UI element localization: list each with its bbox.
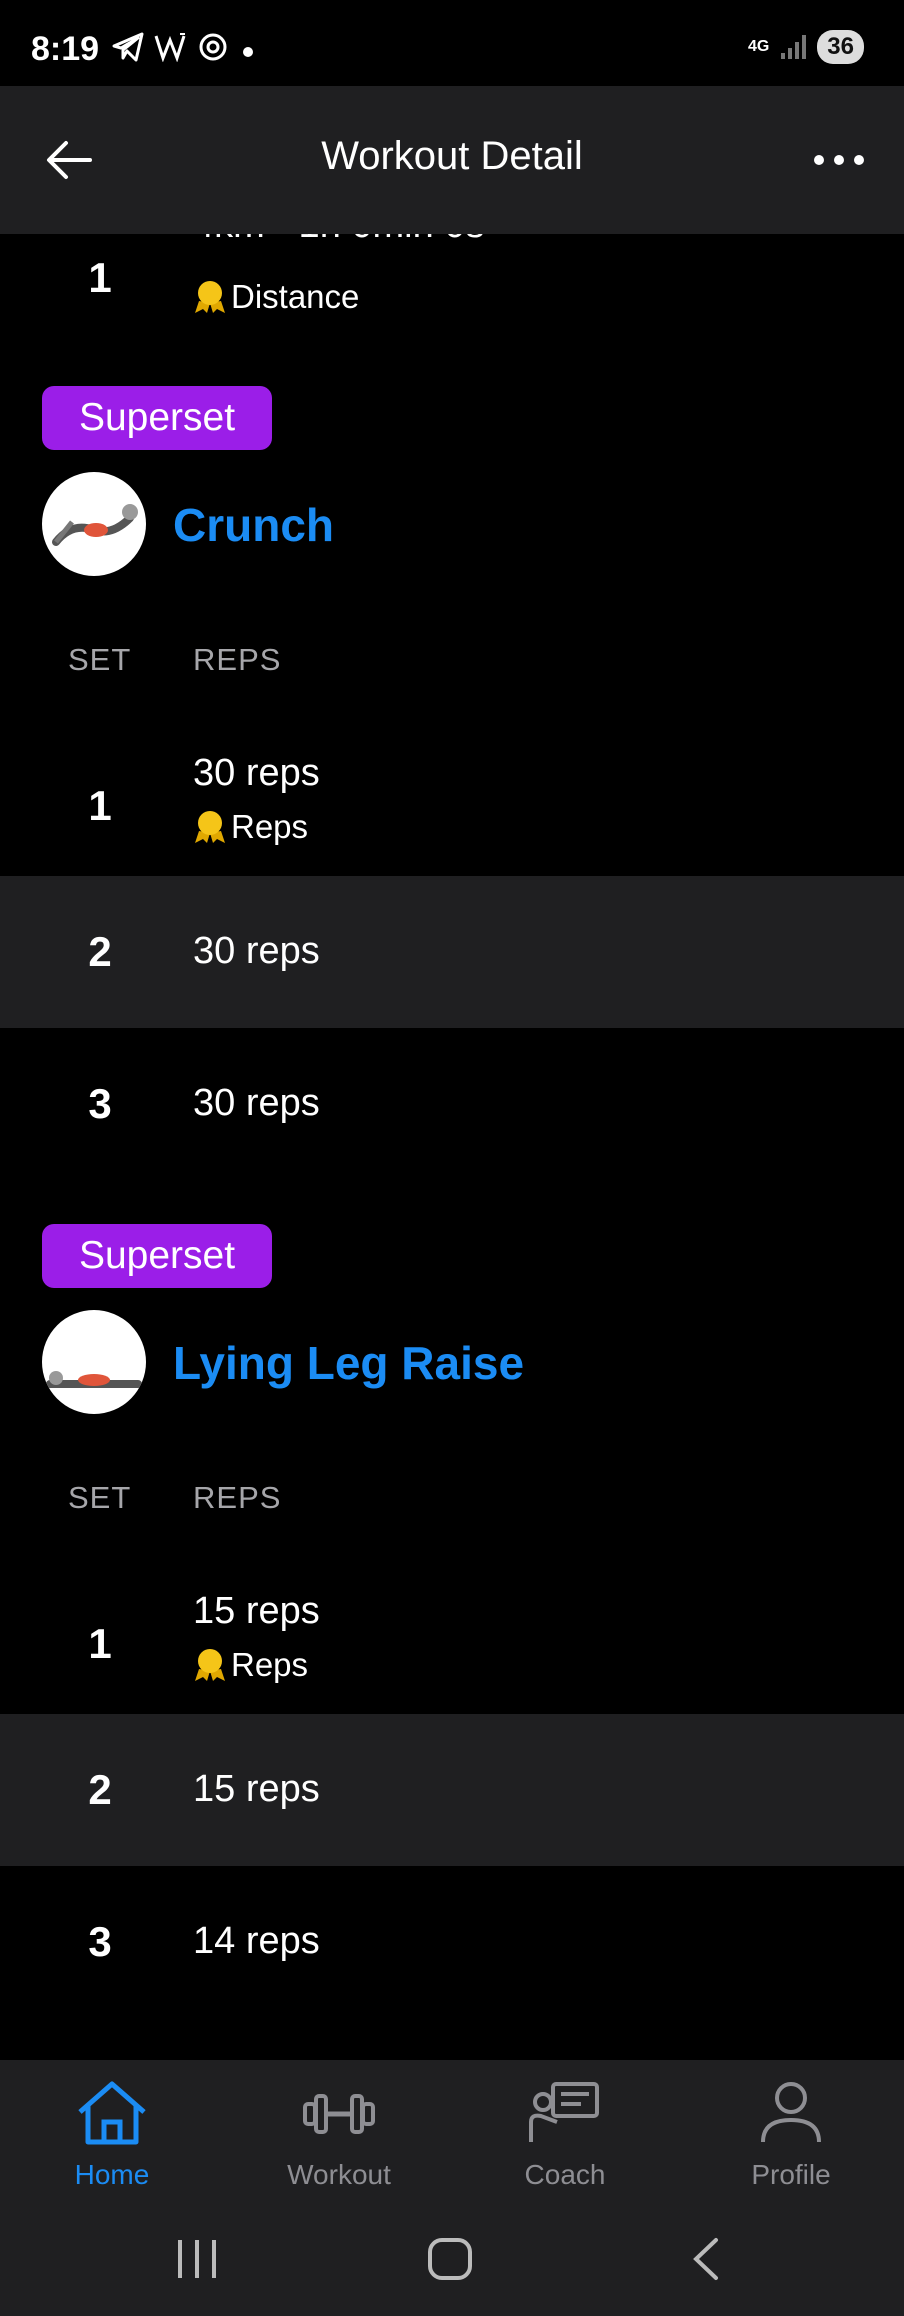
set-row: 3 14 reps <box>0 1866 904 2018</box>
set-row: 2 30 reps <box>0 876 904 1028</box>
dot-icon <box>243 47 253 57</box>
record-badge: Distance <box>193 278 359 316</box>
crunch-figure-icon <box>52 504 138 546</box>
more-options-button[interactable] <box>804 130 874 190</box>
nav-label: Profile <box>751 2159 831 2190</box>
more-horizontal-icon <box>814 155 864 165</box>
column-header-set: SET <box>68 642 132 677</box>
workout-detail-list[interactable]: 1 4km - 1h 0min 0s Distance Superset Cru… <box>0 234 904 2060</box>
exercise-name[interactable]: Crunch <box>173 498 334 552</box>
leg-raise-figure-icon <box>46 1371 142 1388</box>
set-number: 1 <box>88 782 112 829</box>
set-value: 15 reps <box>193 1768 320 1810</box>
nav-item-workout[interactable]: Workout <box>249 2078 429 2191</box>
record-label: Reps <box>231 1646 309 1683</box>
nav-label: Home <box>74 2159 150 2190</box>
column-header-set: SET <box>68 1480 132 1515</box>
home-system-icon[interactable] <box>426 2236 476 2282</box>
recent-apps-icon[interactable] <box>172 2236 222 2282</box>
status-time: 8:19 <box>31 30 100 68</box>
page-title: Workout Detail <box>321 134 583 178</box>
coach-icon <box>529 2082 599 2142</box>
nav-label: Workout <box>287 2159 391 2190</box>
system-navigation-bar <box>0 2200 904 2316</box>
set-number: 2 <box>88 928 112 975</box>
profile-icon <box>761 2082 821 2143</box>
set-number: 3 <box>88 1080 112 1127</box>
set-value: 4km - 1h 0min 0s <box>193 234 484 247</box>
set-number: 3 <box>88 1918 112 1965</box>
set-row: 2 15 reps <box>0 1714 904 1866</box>
record-badge: Reps <box>193 808 308 846</box>
exercise-thumbnail[interactable] <box>42 472 146 576</box>
set-row: 1 15 reps Reps <box>0 1568 904 1720</box>
set-number: 1 <box>88 1620 112 1667</box>
exercise-thumbnail[interactable] <box>42 1310 146 1414</box>
superset-badge: Superset <box>42 1224 272 1288</box>
set-value: 14 reps <box>193 1920 320 1962</box>
set-value: 15 reps <box>193 1590 320 1632</box>
set-number: 1 <box>88 254 112 301</box>
nav-item-profile[interactable]: Profile <box>701 2078 881 2191</box>
record-label: Distance <box>231 278 360 315</box>
w-app-icon <box>154 33 186 62</box>
set-number: 2 <box>88 1766 112 1813</box>
set-row: 1 4km - 1h 0min 0s Distance <box>0 234 904 352</box>
medal-icon <box>195 1649 225 1681</box>
set-value: 30 reps <box>193 1082 320 1124</box>
status-bar: 8:19 4G 36 <box>0 0 904 86</box>
status-notification-icons <box>112 32 258 62</box>
set-row: 3 30 reps <box>0 1028 904 1180</box>
set-value: 30 reps <box>193 930 320 972</box>
status-system-icons: 4G 36 <box>748 30 864 64</box>
nav-label: Coach <box>524 2159 606 2190</box>
home-icon <box>78 2081 146 2145</box>
set-value: 30 reps <box>193 752 320 794</box>
medal-icon <box>195 811 225 843</box>
dumbbell-icon <box>303 2094 375 2134</box>
battery-level: 36 <box>817 30 864 64</box>
record-badge: Reps <box>193 1646 308 1684</box>
record-label: Reps <box>231 808 309 845</box>
medal-icon <box>195 281 225 313</box>
nav-item-coach[interactable]: Coach <box>475 2078 655 2191</box>
nav-item-home[interactable]: Home <box>22 2078 202 2191</box>
app-header: Workout Detail <box>0 86 904 234</box>
column-header-reps: REPS <box>193 642 282 677</box>
network-type: 4G <box>747 38 770 55</box>
exercise-name[interactable]: Lying Leg Raise <box>173 1336 524 1390</box>
bottom-nav: Home Workout Coach Profile <box>0 2060 904 2200</box>
column-header-reps: REPS <box>193 1480 282 1515</box>
superset-badge: Superset <box>42 386 272 450</box>
signal-icon <box>781 35 807 59</box>
telegram-icon <box>112 32 144 62</box>
threads-icon <box>199 33 227 61</box>
set-row: 1 30 reps Reps <box>0 730 904 882</box>
back-system-icon[interactable] <box>682 2236 732 2282</box>
